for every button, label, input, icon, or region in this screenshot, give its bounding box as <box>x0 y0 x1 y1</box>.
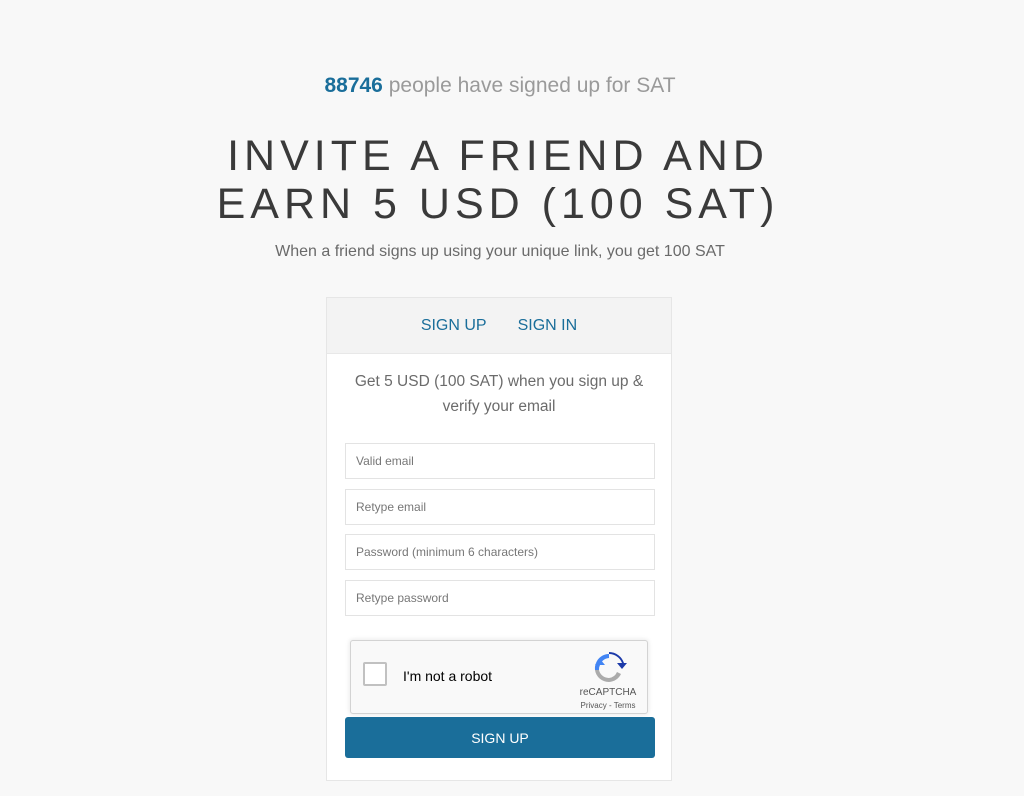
recaptcha-logo-icon <box>594 652 627 683</box>
signup-count-number: 88746 <box>324 74 383 97</box>
title-line-1: INVITE A FRIEND AND <box>227 132 769 180</box>
signup-count: 88746 people have signed up for SAT <box>0 74 1000 98</box>
signup-count-text: people have signed up for SAT <box>388 74 676 97</box>
tab-sign-in[interactable]: SIGN IN <box>518 317 578 335</box>
recaptcha-privacy-link[interactable]: Privacy <box>581 701 607 710</box>
page: 88746 people have signed up for SAT INVI… <box>0 0 1024 796</box>
retype-password-field[interactable] <box>345 579 655 616</box>
recaptcha-terms-link[interactable]: Terms <box>614 701 636 710</box>
recaptcha-widget: I'm not a robot reCAPTCHA Privacy - Term… <box>350 640 648 714</box>
auth-card: SIGN UP SIGN IN Get 5 USD (100 SAT) when… <box>326 297 672 781</box>
auth-tabs: SIGN UP SIGN IN <box>327 298 671 354</box>
recaptcha-brand: reCAPTCHA <box>579 687 637 698</box>
tab-sign-up[interactable]: SIGN UP <box>421 317 487 335</box>
recaptcha-links: Privacy - Terms <box>563 701 653 710</box>
email-field[interactable] <box>345 443 655 479</box>
recaptcha-checkbox[interactable] <box>363 662 387 686</box>
password-field[interactable] <box>345 534 655 570</box>
promo-text: Get 5 USD (100 SAT) when you sign up & v… <box>354 373 644 415</box>
retype-email-field[interactable] <box>345 488 655 525</box>
page-subtitle: When a friend signs up using your unique… <box>275 243 725 260</box>
page-title: INVITE A FRIEND AND EARN 5 USD (100 SAT) <box>0 132 996 228</box>
sign-up-button[interactable]: SIGN UP <box>345 717 655 758</box>
signup-form <box>345 443 655 625</box>
recaptcha-link-separator: - <box>606 701 614 710</box>
recaptcha-label: I'm not a robot <box>403 668 493 684</box>
title-line-2: EARN 5 USD (100 SAT) <box>216 180 780 228</box>
